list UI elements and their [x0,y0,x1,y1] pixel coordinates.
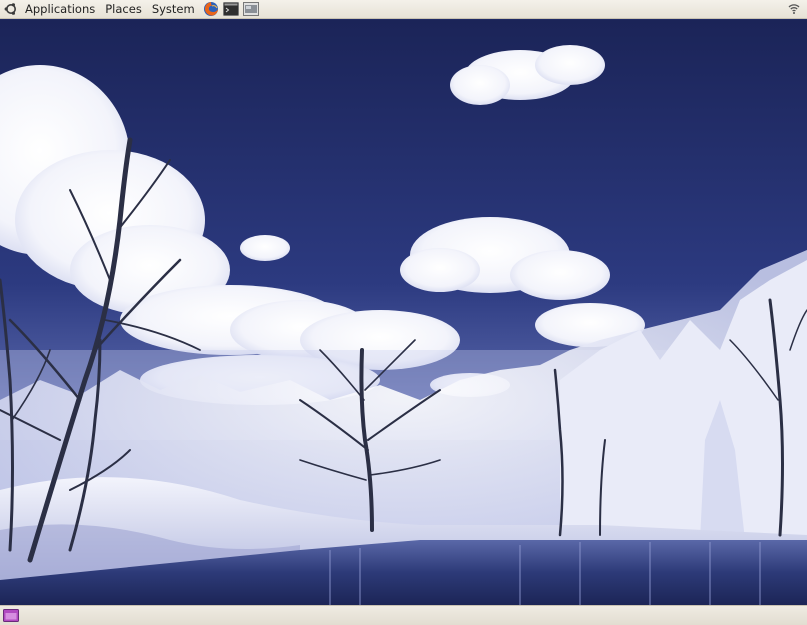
network-wireless-icon[interactable] [787,0,801,19]
bottom-panel [0,605,807,625]
taskbar-window-list[interactable] [20,606,807,625]
places-menu[interactable]: Places [100,0,147,19]
top-panel: Applications Places System [0,0,807,19]
wallpaper-image [0,20,807,605]
show-desktop-icon[interactable] [2,609,20,623]
ubuntu-logo-icon[interactable] [2,0,20,19]
system-menu[interactable]: System [147,0,200,19]
firefox-icon[interactable] [202,1,220,18]
desktop-wallpaper[interactable] [0,20,807,605]
applications-menu[interactable]: Applications [20,0,100,19]
screenshot-icon[interactable] [242,1,260,18]
terminal-icon[interactable] [222,1,240,18]
